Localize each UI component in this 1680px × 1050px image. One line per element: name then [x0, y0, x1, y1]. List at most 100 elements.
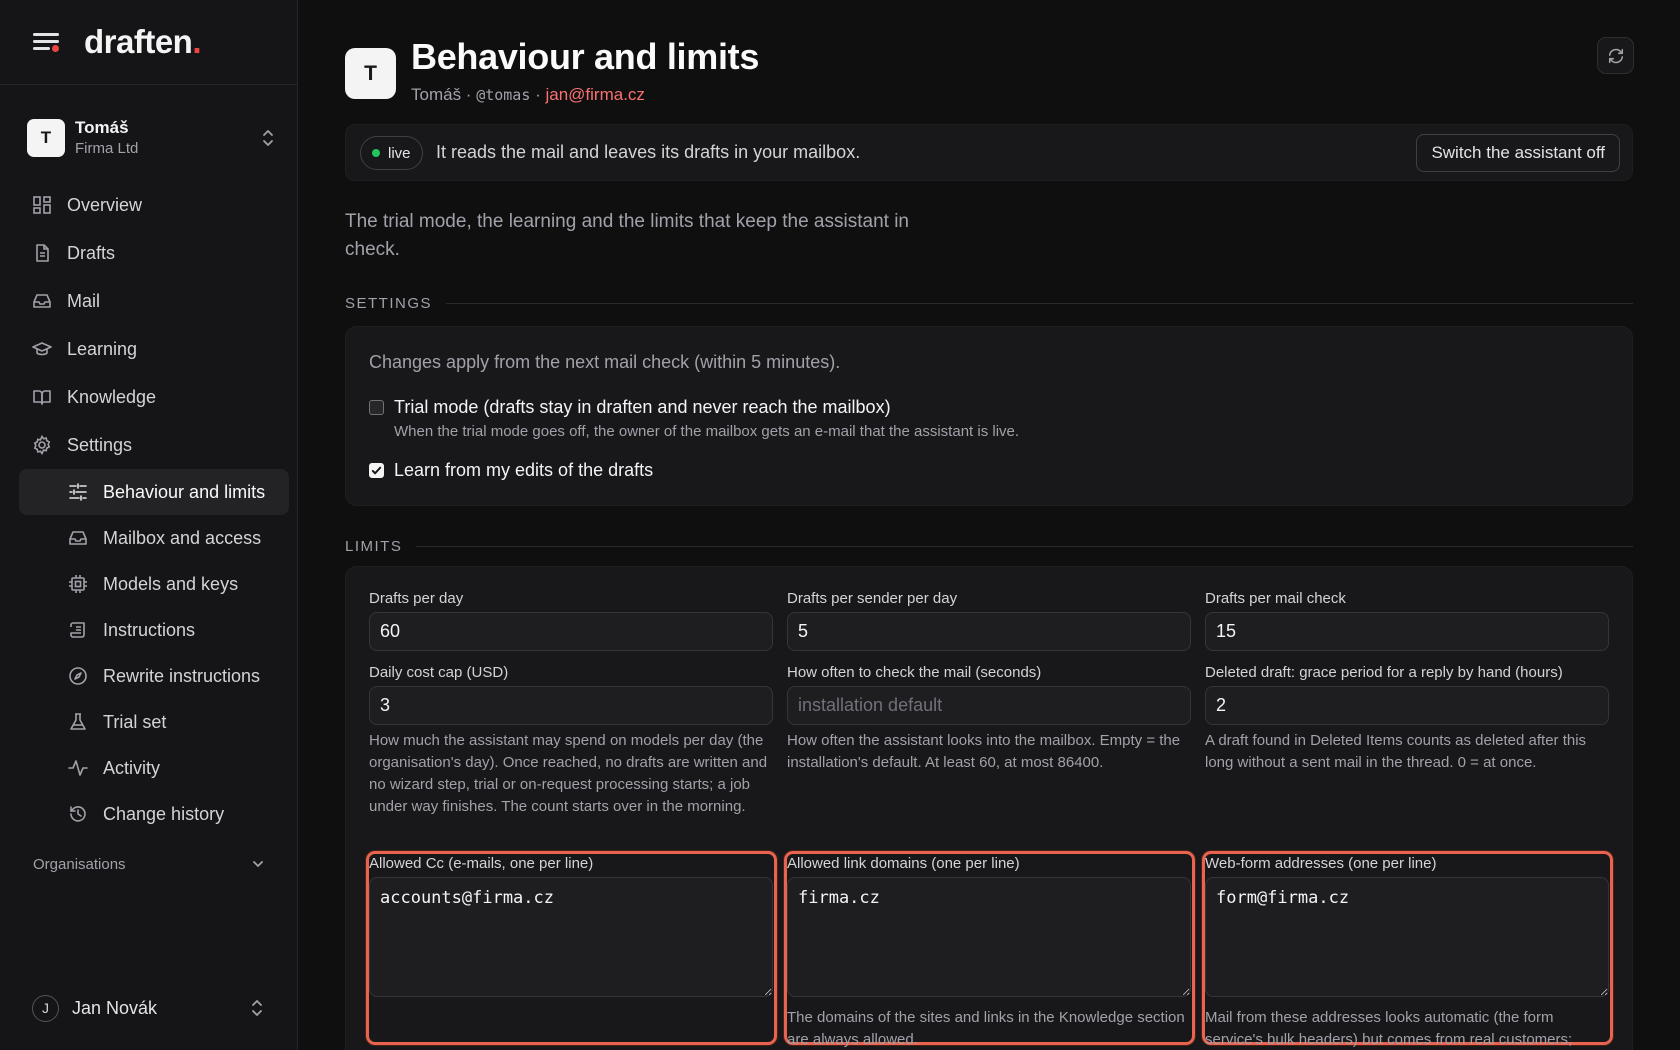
field-label: Web-form addresses (one per line): [1205, 855, 1437, 872]
sidebar-item-settings[interactable]: Settings: [19, 421, 289, 469]
webform-addresses-field: Web-form addresses (one per line) form@f…: [1205, 855, 1609, 1047]
limits-section-heading: LIMITS: [345, 538, 1633, 555]
page-intro: The trial mode, the learning and the lim…: [345, 211, 909, 260]
sidebar-item-change-history[interactable]: Change history: [19, 791, 289, 837]
daily-cost-cap-field: Daily cost cap (USD) How much the assist…: [369, 664, 773, 818]
sidebar-item-label: Overview: [67, 194, 143, 215]
account-org: Firma Ltd: [75, 140, 139, 158]
field-label: Drafts per day: [369, 590, 464, 607]
account-switcher[interactable]: T Tomáš Firma Ltd: [27, 116, 275, 160]
sidebar-item-label: Mail: [67, 290, 101, 311]
brand-row: draften.: [0, 0, 297, 85]
document-icon: [36, 244, 49, 262]
drafts-per-check-field: Drafts per mail check: [1205, 590, 1609, 651]
sidebar-item-overview[interactable]: Overview: [19, 181, 289, 229]
account-avatar: T: [27, 119, 65, 157]
check-icon: [371, 466, 382, 475]
sidebar-item-trial-set[interactable]: Trial set: [19, 699, 289, 745]
refresh-button[interactable]: [1597, 37, 1634, 74]
drafts-per-day-input[interactable]: [369, 612, 773, 651]
sidebar-item-activity[interactable]: Activity: [19, 745, 289, 791]
inbox-icon: [69, 531, 87, 545]
sidebar-item-behaviour-and-limits[interactable]: Behaviour and limits: [19, 469, 289, 515]
sidebar-item-drafts[interactable]: Drafts: [19, 229, 289, 277]
field-label: Allowed link domains (one per line): [787, 855, 1020, 872]
drafts-per-sender-input[interactable]: [787, 612, 1191, 651]
drafts-per-sender-field: Drafts per sender per day: [787, 590, 1191, 651]
book-icon: [33, 390, 51, 405]
owner-email-link[interactable]: jan@firma.cz: [545, 85, 644, 104]
learn-edits-label[interactable]: Learn from my edits of the drafts: [394, 460, 653, 481]
allowed-link-domains-field: Allowed link domains (one per line) firm…: [787, 855, 1191, 1047]
separator: ·: [461, 85, 477, 104]
section-title: LIMITS: [345, 538, 403, 555]
sidebar-item-label: Settings: [67, 434, 133, 455]
trial-mode-checkbox[interactable]: [369, 400, 384, 415]
history-icon: [70, 806, 86, 822]
settings-card: Changes apply from the next mail check (…: [345, 326, 1633, 506]
cpu-chip-icon: [69, 575, 87, 593]
chevrons-up-down-icon: [252, 1000, 262, 1016]
chevron-down-icon: [253, 861, 263, 868]
sidebar-item-knowledge[interactable]: Knowledge: [19, 373, 289, 421]
field-label: How often to check the mail (seconds): [787, 664, 1042, 681]
allowed-cc-textarea[interactable]: accounts@firma.cz: [369, 877, 773, 997]
field-label: Drafts per mail check: [1205, 590, 1346, 607]
trial-mode-label[interactable]: Trial mode (drafts stay in draften and n…: [394, 397, 1019, 418]
status-badge-label: live: [388, 144, 411, 162]
sidebar-item-label: Learning: [67, 338, 138, 359]
field-label: Deleted draft: grace period for a reply …: [1205, 664, 1563, 681]
sidebar-item-label: Trial set: [103, 711, 167, 732]
limits-card: Drafts per day Drafts per sender per day…: [345, 566, 1633, 1050]
sidebar: draften. T Tomáš Firma Ltd Overview Draf…: [0, 0, 298, 1050]
learn-edits-option: Learn from my edits of the drafts: [369, 460, 653, 481]
field-label: Allowed Cc (e-mails, one per line): [369, 855, 594, 872]
organisations-label: Organisations: [33, 855, 126, 873]
sidebar-item-label: Mailbox and access: [103, 527, 262, 548]
trial-mode-option: Trial mode (drafts stay in draften and n…: [369, 397, 1019, 440]
status-badge: live: [360, 136, 423, 170]
sidebar-item-label: Change history: [103, 803, 225, 824]
sidebar-item-learning[interactable]: Learning: [19, 325, 289, 373]
chevrons-up-down-icon: [263, 130, 273, 146]
allowed-cc-field: Allowed Cc (e-mails, one per line) accou…: [369, 855, 773, 1002]
sidebar-item-label: Models and keys: [103, 573, 239, 594]
allowed-link-domains-textarea[interactable]: firma.cz: [787, 877, 1191, 997]
sidebar-item-label: Rewrite instructions: [103, 665, 261, 686]
check-interval-input[interactable]: [787, 686, 1191, 725]
sidebar-item-label: Behaviour and limits: [103, 481, 266, 502]
webform-addresses-textarea[interactable]: form@firma.cz: [1205, 877, 1609, 997]
account-name: Tomáš: [75, 118, 129, 138]
grace-period-input[interactable]: [1205, 686, 1609, 725]
menu-icon[interactable]: [33, 32, 59, 52]
sidebar-item-mailbox-and-access[interactable]: Mailbox and access: [19, 515, 289, 561]
user-name: Jan Novák: [72, 997, 158, 1018]
check-interval-field: How often to check the mail (seconds) Ho…: [787, 664, 1191, 774]
daily-cost-cap-input[interactable]: [369, 686, 773, 725]
page-title: Behaviour and limits: [411, 36, 760, 77]
sidebar-item-models-and-keys[interactable]: Models and keys: [19, 561, 289, 607]
learn-edits-checkbox[interactable]: [369, 463, 384, 478]
graduation-cap-icon: [32, 342, 52, 356]
field-label: Daily cost cap (USD): [369, 664, 509, 681]
sidebar-item-instructions[interactable]: Instructions: [19, 607, 289, 653]
grace-period-field: Deleted draft: grace period for a reply …: [1205, 664, 1609, 774]
field-label: Drafts per sender per day: [787, 590, 958, 607]
sidebar-item-mail[interactable]: Mail: [19, 277, 289, 325]
logo: draften.: [84, 23, 202, 60]
section-title: SETTINGS: [345, 295, 433, 312]
organisations-toggle[interactable]: Organisations: [33, 853, 265, 875]
switch-assistant-off-button[interactable]: Switch the assistant off: [1416, 134, 1620, 172]
grid-icon: [33, 196, 51, 214]
sidebar-item-rewrite-instructions[interactable]: Rewrite instructions: [19, 653, 289, 699]
user-menu[interactable]: J Jan Novák: [32, 993, 264, 1023]
drafts-per-check-input[interactable]: [1205, 612, 1609, 651]
refresh-icon: [1608, 48, 1623, 63]
sidebar-item-label: Knowledge: [67, 386, 157, 407]
separator: ·: [530, 85, 546, 104]
drafts-per-day-field: Drafts per day: [369, 590, 773, 651]
settings-section-heading: SETTINGS: [345, 295, 1633, 312]
live-dot-icon: [372, 149, 380, 157]
user-avatar: J: [32, 994, 59, 1022]
field-help: A draft found in Deleted Items counts as…: [1205, 732, 1587, 771]
